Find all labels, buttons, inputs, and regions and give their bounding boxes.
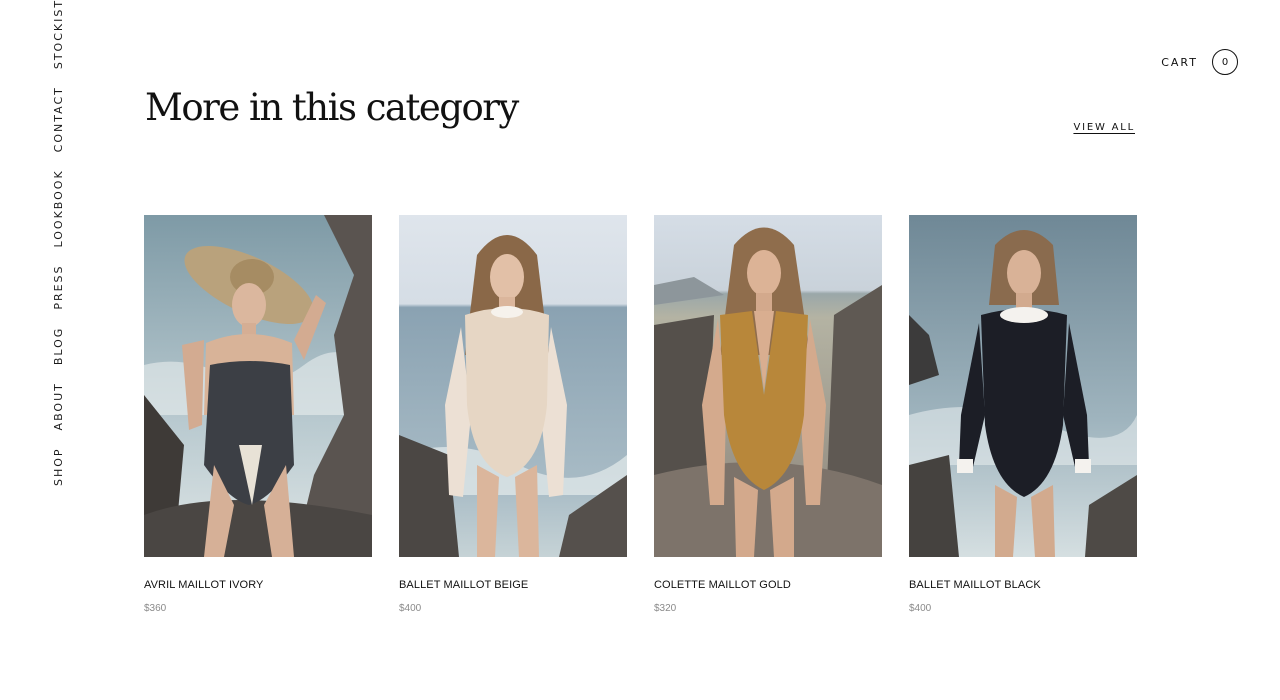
product-name[interactable]: BALLET MAILLOT BLACK — [909, 579, 1137, 591]
product-card[interactable]: COLETTE MAILLOT GOLD $320 — [654, 215, 882, 614]
product-image[interactable] — [654, 215, 882, 557]
section-title: More in this category — [145, 86, 519, 129]
product-price: $400 — [909, 603, 932, 614]
nav-item-contact[interactable]: CONTACT — [50, 86, 68, 152]
view-all-link[interactable]: VIEW ALL — [1073, 122, 1135, 133]
product-card[interactable]: BALLET MAILLOT BEIGE $400 — [399, 215, 627, 614]
nav-item-press[interactable]: PRESS — [50, 264, 68, 309]
product-name[interactable]: COLETTE MAILLOT GOLD — [654, 579, 882, 591]
product-image[interactable] — [144, 215, 372, 557]
product-image[interactable] — [399, 215, 627, 557]
cart-label: CART — [1161, 55, 1198, 69]
product-price: $320 — [654, 603, 677, 614]
nav-item-about[interactable]: ABOUT — [50, 382, 68, 430]
product-grid: AVRIL MAILLOT IVORY $360 BALLET MAILLOT … — [144, 215, 1137, 614]
nav-item-blog[interactable]: BLOG — [50, 327, 68, 365]
product-card[interactable]: AVRIL MAILLOT IVORY $360 — [144, 215, 372, 614]
nav-item-stockists[interactable]: STOCKISTS — [50, 0, 68, 69]
nav-item-lookbook[interactable]: LOOKBOOK — [50, 169, 68, 247]
product-image[interactable] — [909, 215, 1137, 557]
cart-button[interactable]: CART 0 — [1161, 49, 1238, 75]
product-price: $360 — [144, 603, 167, 614]
product-price: $400 — [399, 603, 422, 614]
product-name[interactable]: AVRIL MAILLOT IVORY — [144, 579, 372, 591]
nav-item-shop[interactable]: SHOP — [50, 447, 68, 486]
side-nav: SHOP ABOUT BLOG PRESS LOOKBOOK CONTACT S… — [50, 0, 68, 486]
product-name[interactable]: BALLET MAILLOT BEIGE — [399, 579, 627, 591]
cart-count-badge: 0 — [1212, 49, 1238, 75]
product-card[interactable]: BALLET MAILLOT BLACK $400 — [909, 215, 1137, 614]
